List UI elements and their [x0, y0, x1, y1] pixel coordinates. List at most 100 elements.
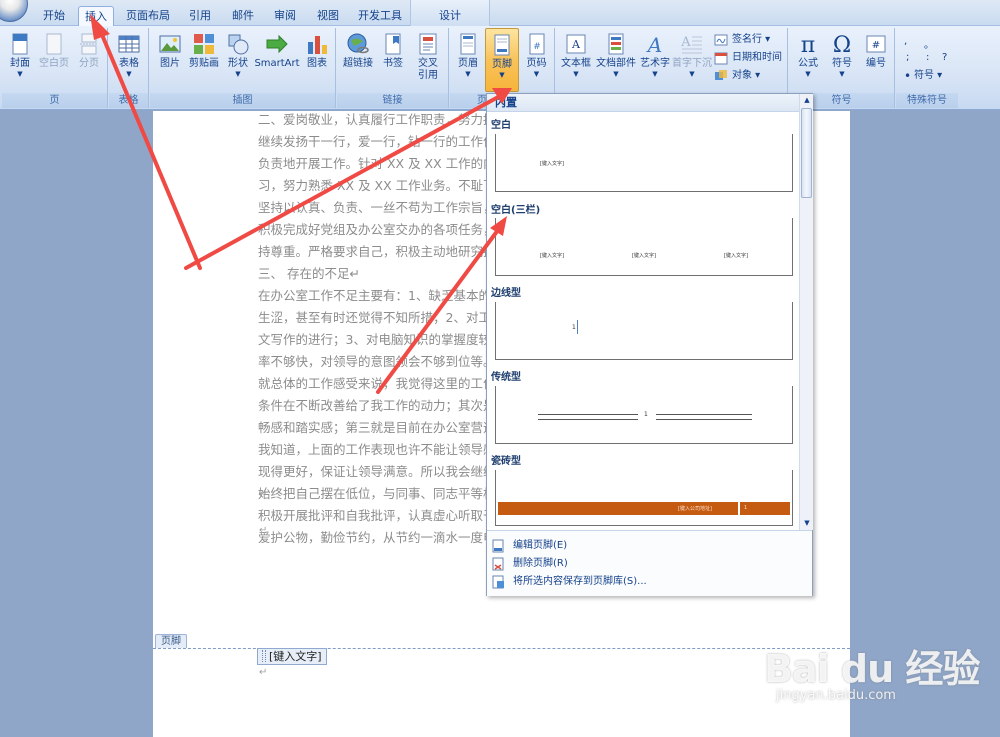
footer-gallery-dropdown: 内置 ▲ ▼ 空白 [键入文字] 空白(三栏) [键入文字] [键入文字] [键…: [486, 93, 813, 596]
remove-footer-menu-item[interactable]: 删除页脚(R): [487, 555, 812, 573]
doc-line: 始终把自己摆在低位，与同事、同志平等相: [258, 486, 496, 501]
clipart-icon: [194, 34, 214, 54]
picture-icon: [159, 35, 181, 53]
blank-page-button[interactable]: 空白页: [36, 28, 72, 92]
tab-home[interactable]: 开始: [36, 6, 72, 26]
clipart-button[interactable]: 剪贴画: [186, 28, 222, 92]
datetime-button[interactable]: 日期和时间: [714, 50, 782, 66]
special-symbol-period[interactable]: 。: [924, 36, 934, 51]
scroll-up-icon[interactable]: ▲: [802, 95, 812, 105]
save-to-footer-gallery-menu-item[interactable]: 将所选内容保存到页脚库(S)...: [487, 573, 812, 591]
tab-review[interactable]: 审阅: [267, 6, 303, 26]
office-button[interactable]: [0, 0, 28, 22]
table-button[interactable]: 表格 ▼: [111, 28, 147, 92]
gallery-header: 内置: [487, 94, 799, 112]
tab-developer[interactable]: 开发工具: [352, 6, 408, 26]
object-button[interactable]: 对象 ▾: [714, 68, 760, 84]
svg-text:Ω: Ω: [833, 33, 851, 56]
doc-line: 率不够快，对领导的意图领会不够到位等。: [258, 354, 496, 369]
paragraph-mark: ↵: [259, 489, 268, 500]
header-button[interactable]: 页眉 ▼: [452, 28, 484, 92]
baidu-jingyan-watermark: Bai du 经验 jingyan.baidu.com: [764, 628, 1000, 728]
watermark-url: jingyan.baidu.com: [776, 688, 896, 703]
doc-line: 负责地开展工作。针对 XX 及 XX 工作的内容: [258, 156, 509, 171]
gallery-scrollbar[interactable]: ▲ ▼: [799, 94, 813, 530]
tab-mailings[interactable]: 邮件: [225, 6, 261, 26]
equation-button[interactable]: π 公式 ▼: [791, 28, 825, 92]
page-number-text: 1: [744, 505, 748, 511]
footer-option-traditional[interactable]: 1: [495, 386, 793, 444]
textbox-icon: A: [566, 34, 586, 54]
special-symbol-comma[interactable]: ,: [904, 36, 907, 47]
doc-line: 习，努力熟悉 XX 及 XX 工作业务。不耻下问: [258, 178, 509, 193]
table-icon: [118, 35, 140, 53]
scroll-down-icon[interactable]: ▼: [802, 518, 812, 528]
footer-option-blank-three-columns[interactable]: [键入文字] [键入文字] [键入文字]: [495, 218, 793, 276]
save-gallery-icon: [492, 575, 504, 589]
edit-footer-menu-item[interactable]: 编辑页脚(E): [487, 537, 812, 555]
tab-page-layout[interactable]: 页面布局: [122, 6, 174, 26]
doc-line: 现得更好，保证让领导满意。所以我会继续: [258, 464, 496, 479]
bookmark-icon: [385, 33, 401, 55]
field-handle-icon: [262, 650, 266, 662]
footer-option-sideline[interactable]: 1: [495, 302, 793, 360]
signature-line-button[interactable]: 签名行 ▾: [714, 32, 770, 48]
cover-button[interactable]: 封面 ▼: [4, 28, 36, 92]
quickparts-button[interactable]: 文档部件 ▼: [594, 28, 638, 92]
shapes-button[interactable]: 形状 ▼: [222, 28, 254, 92]
footer-option-tile[interactable]: [键入公司地址] 1: [495, 470, 793, 526]
group-label-pages: 页: [2, 93, 107, 108]
special-symbol-semicolon[interactable]: ;: [906, 52, 909, 63]
svg-text:A: A: [680, 35, 691, 50]
object-icon: [715, 70, 727, 80]
signature-icon: [714, 34, 728, 46]
numbering-button[interactable]: # 编号: [859, 28, 893, 92]
doc-line: 三、 存在的不足↵: [258, 266, 360, 281]
smartart-icon: [266, 34, 288, 54]
textbox-button[interactable]: A 文本框 ▼: [558, 28, 594, 92]
blank-page-icon: [46, 33, 62, 55]
footer-button[interactable]: 页脚 ▼: [485, 28, 519, 92]
group-tables: 表格 ▼ 表格: [109, 28, 149, 108]
special-symbol-question[interactable]: ?: [942, 52, 947, 63]
page-break-button[interactable]: 分页: [72, 28, 106, 92]
special-symbol-colon[interactable]: :: [926, 52, 929, 63]
group-label-illustrations: 插图: [150, 93, 335, 108]
cross-reference-button[interactable]: 交叉 引用: [409, 28, 447, 92]
smartart-button[interactable]: SmartArt: [254, 28, 300, 92]
doc-line: 继续发扬干一行，爱一行，钻一行的工作作: [258, 134, 496, 149]
page-break-icon: [80, 33, 98, 55]
calendar-icon: [714, 52, 728, 65]
gallery-section-title: 空白: [491, 120, 511, 131]
footer-text-field[interactable]: [键入文字]: [257, 648, 327, 665]
cover-page-icon: [12, 33, 28, 55]
placeholder-text: [键入文字]: [724, 253, 748, 259]
wordart-button[interactable]: A 艺术字 ▼: [638, 28, 672, 92]
edit-footer-icon: [492, 539, 504, 553]
doc-line: 二、爱岗敬业，认真履行工作职责，努力提: [258, 112, 496, 127]
chart-button[interactable]: 图表: [300, 28, 334, 92]
page-number-button[interactable]: # 页码 ▼: [520, 28, 553, 92]
globe-link-icon: [347, 33, 369, 54]
scroll-thumb[interactable]: [801, 108, 812, 198]
dropcap-button[interactable]: A 首字下沉 ▼: [672, 28, 712, 92]
bookmark-button[interactable]: 书签: [377, 28, 409, 92]
group-label-links: 链接: [337, 93, 448, 108]
tab-view[interactable]: 视图: [310, 6, 346, 26]
footer-option-blank[interactable]: [键入文字]: [495, 134, 793, 192]
doc-line: 就总体的工作感受来说，我觉得这里的工作: [258, 376, 496, 391]
shapes-icon: [228, 34, 249, 55]
tab-insert[interactable]: 插入: [78, 6, 114, 26]
symbol-button[interactable]: Ω 符号 ▼: [825, 28, 859, 92]
remove-footer-icon: [492, 557, 504, 571]
doc-line: 畅感和踏实感；第三就是目前在办公室营造: [258, 420, 496, 435]
picture-button[interactable]: 图片: [154, 28, 186, 92]
tab-design[interactable]: 设计: [430, 6, 470, 26]
gallery-section-title: 瓷砖型: [491, 456, 521, 467]
doc-line: 积极完成好党组及办公室交办的各项任务，: [258, 222, 496, 237]
group-special-symbols: , 。 ; : ? • 符号 ▾ 特殊符号: [896, 28, 958, 108]
special-symbol-button[interactable]: • 符号 ▾: [902, 68, 942, 84]
tab-references[interactable]: 引用: [182, 6, 218, 26]
number-icon: #: [866, 35, 886, 53]
hyperlink-button[interactable]: 超链接: [339, 28, 377, 92]
